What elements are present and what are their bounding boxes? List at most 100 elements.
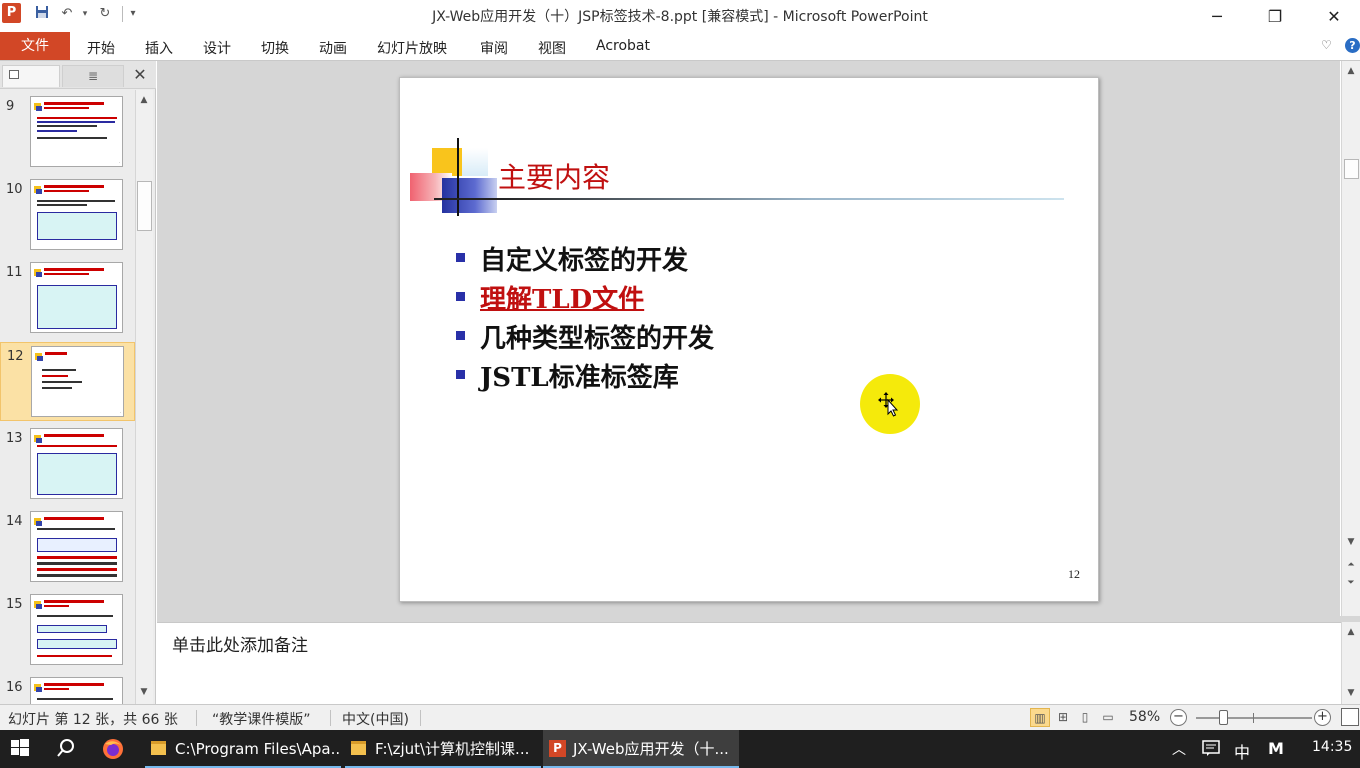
powerpoint-icon: P: [549, 740, 566, 757]
theme-name[interactable]: “教学课件模版”: [212, 709, 311, 729]
thumbnail-number: 11: [6, 265, 23, 280]
slide-editor: 主要内容 自定义标签的开发 理解TLD文件 几种类型标签的开发 JSTL标准标签…: [157, 61, 1340, 616]
scroll-up-icon[interactable]: ▲: [1343, 624, 1359, 640]
slide-thumbnail: [30, 594, 123, 665]
thumbnail-slide-14[interactable]: 14: [0, 508, 135, 587]
windows-start-icon[interactable]: [8, 736, 38, 762]
taskbar-app-explorer-1[interactable]: C:\Program Files\Apa...: [145, 730, 341, 768]
zoom-slider-midmark: [1253, 713, 1254, 723]
thumbnail-number: 13: [6, 431, 23, 446]
move-cursor-icon: [878, 392, 899, 417]
slide-counter: 幻灯片 第 12 张，共 66 张: [8, 712, 178, 728]
scroll-down-icon[interactable]: ▼: [1343, 534, 1359, 550]
slide-thumbnail: [30, 677, 123, 704]
editor-scrollbar[interactable]: ▲ ▼ ⏶ ⏷: [1341, 61, 1360, 616]
taskbar-app-label: JX-Web应用开发（十...: [573, 740, 729, 758]
bullet-marker: [456, 370, 465, 379]
slide-thumbnail: [30, 262, 123, 333]
tab-animations[interactable]: 动画: [319, 38, 347, 58]
ime-mode-indicator[interactable]: M: [1268, 739, 1284, 758]
firefox-icon[interactable]: [100, 736, 130, 762]
reading-view-icon[interactable]: ▯: [1075, 708, 1095, 727]
search-icon[interactable]: [54, 736, 84, 762]
restore-button[interactable]: ❐: [1252, 4, 1298, 30]
scroll-up-icon[interactable]: ▲: [136, 92, 152, 108]
thumbnail-slide-12[interactable]: 12 .: [0, 342, 135, 421]
thumbnail-number: 14: [6, 514, 23, 529]
thumbnail-slide-10[interactable]: 10: [0, 176, 135, 255]
tab-transitions[interactable]: 切换: [261, 38, 289, 58]
slides-tab[interactable]: [2, 65, 60, 87]
slide-thumbnail: .: [31, 346, 124, 417]
status-separator: [420, 710, 421, 726]
taskbar-app-label: F:\zjut\计算机控制课...: [375, 740, 530, 758]
zoom-level[interactable]: 58%: [1129, 709, 1160, 725]
taskbar-clock[interactable]: 14:35: [1312, 739, 1352, 755]
fit-to-window-icon[interactable]: [1341, 708, 1359, 726]
help-icon[interactable]: ?: [1345, 38, 1360, 53]
zoom-slider-thumb[interactable]: [1219, 710, 1228, 725]
scroll-down-icon[interactable]: ▼: [1343, 685, 1359, 701]
tab-slideshow[interactable]: 幻灯片放映: [377, 38, 447, 58]
zoom-slider-track[interactable]: [1196, 717, 1312, 719]
title-underline: [434, 198, 1064, 200]
slide-sorter-view-icon[interactable]: ⊞: [1053, 708, 1073, 727]
panel-header: ≣ ✕: [0, 61, 156, 89]
minimize-ribbon-icon[interactable]: ♡: [1321, 38, 1332, 52]
thumbnail-slide-13[interactable]: 13: [0, 425, 135, 504]
thumbnail-number: 15: [6, 597, 23, 612]
slide-canvas[interactable]: 主要内容 自定义标签的开发 理解TLD文件 几种类型标签的开发 JSTL标准标签…: [399, 77, 1099, 602]
next-slide-icon[interactable]: ⏷: [1343, 575, 1359, 591]
cursor-highlight: [860, 374, 920, 434]
tab-design[interactable]: 设计: [203, 38, 231, 58]
thumbnail-slide-9[interactable]: 9 .: [0, 93, 135, 172]
scroll-up-icon[interactable]: ▲: [1343, 63, 1359, 79]
slide-thumbnail: [30, 511, 123, 582]
thumbnail-scrollbar[interactable]: ▲ ▼: [135, 90, 153, 704]
notes-scrollbar[interactable]: ▲ ▼: [1341, 622, 1360, 704]
zoom-in-button[interactable]: +: [1314, 709, 1331, 726]
title-bar: P ↶ ▾ ↻ ▾ JX-Web应用开发（十）JSP标签技术-8.ppt [兼容…: [0, 0, 1360, 32]
scroll-thumb[interactable]: [1344, 159, 1359, 179]
normal-view-icon[interactable]: ▥: [1030, 708, 1050, 727]
language-indicator[interactable]: 中文(中国): [342, 709, 409, 729]
thumbnail-number: 12: [7, 349, 24, 364]
scroll-thumb[interactable]: [137, 181, 152, 231]
slide-title[interactable]: 主要内容: [498, 156, 610, 196]
slideshow-view-icon[interactable]: ▭: [1098, 708, 1118, 727]
zoom-out-button[interactable]: −: [1170, 709, 1187, 726]
action-center-icon[interactable]: [1202, 739, 1220, 761]
folder-icon: [151, 741, 166, 755]
thumbnail-slide-16[interactable]: 16: [0, 674, 135, 704]
notes-pane[interactable]: 单击此处添加备注: [157, 622, 1341, 704]
taskbar-app-powerpoint[interactable]: P JX-Web应用开发（十...: [543, 730, 739, 768]
scroll-down-icon[interactable]: ▼: [136, 684, 152, 700]
tray-chevron-icon[interactable]: ︿: [1172, 739, 1186, 759]
tab-acrobat[interactable]: Acrobat: [596, 38, 650, 54]
bullet-marker: [456, 292, 465, 301]
minimize-button[interactable]: ─: [1194, 4, 1240, 30]
notes-placeholder[interactable]: 单击此处添加备注: [172, 631, 308, 656]
tab-review[interactable]: 审阅: [480, 38, 508, 58]
previous-slide-icon[interactable]: ⏶: [1343, 557, 1359, 573]
outline-tab[interactable]: ≣: [62, 65, 124, 87]
slide-thumbnail: .: [30, 96, 123, 167]
ime-indicator[interactable]: 中: [1234, 739, 1250, 763]
slides-panel: ≣ ✕ 9 . 10 11 12 . 13 14 15 16 ▲ ▼: [0, 61, 156, 704]
status-separator: [196, 710, 197, 726]
tab-view[interactable]: 视图: [538, 38, 566, 58]
thumbnail-slide-11[interactable]: 11: [0, 259, 135, 338]
taskbar-app-explorer-2[interactable]: F:\zjut\计算机控制课...: [345, 730, 541, 768]
tab-insert[interactable]: 插入: [145, 38, 173, 58]
thumbnail-slide-15[interactable]: 15: [0, 591, 135, 670]
title-decoration-line: [457, 138, 459, 216]
close-button[interactable]: ✕: [1311, 4, 1357, 30]
status-bar: 幻灯片 第 12 张，共 66 张 “教学课件模版” 中文(中国) ▥ ⊞ ▯ …: [0, 704, 1360, 730]
slide-thumbnail: [30, 428, 123, 499]
bullet-text: JSTL标准标签库: [480, 363, 679, 393]
close-panel-icon[interactable]: ✕: [130, 65, 150, 85]
window-title: JX-Web应用开发（十）JSP标签技术-8.ppt [兼容模式] - Micr…: [432, 9, 928, 25]
slide-number: 12: [1068, 567, 1080, 581]
tab-home[interactable]: 开始: [87, 38, 115, 58]
tab-file[interactable]: 文件: [0, 32, 70, 60]
